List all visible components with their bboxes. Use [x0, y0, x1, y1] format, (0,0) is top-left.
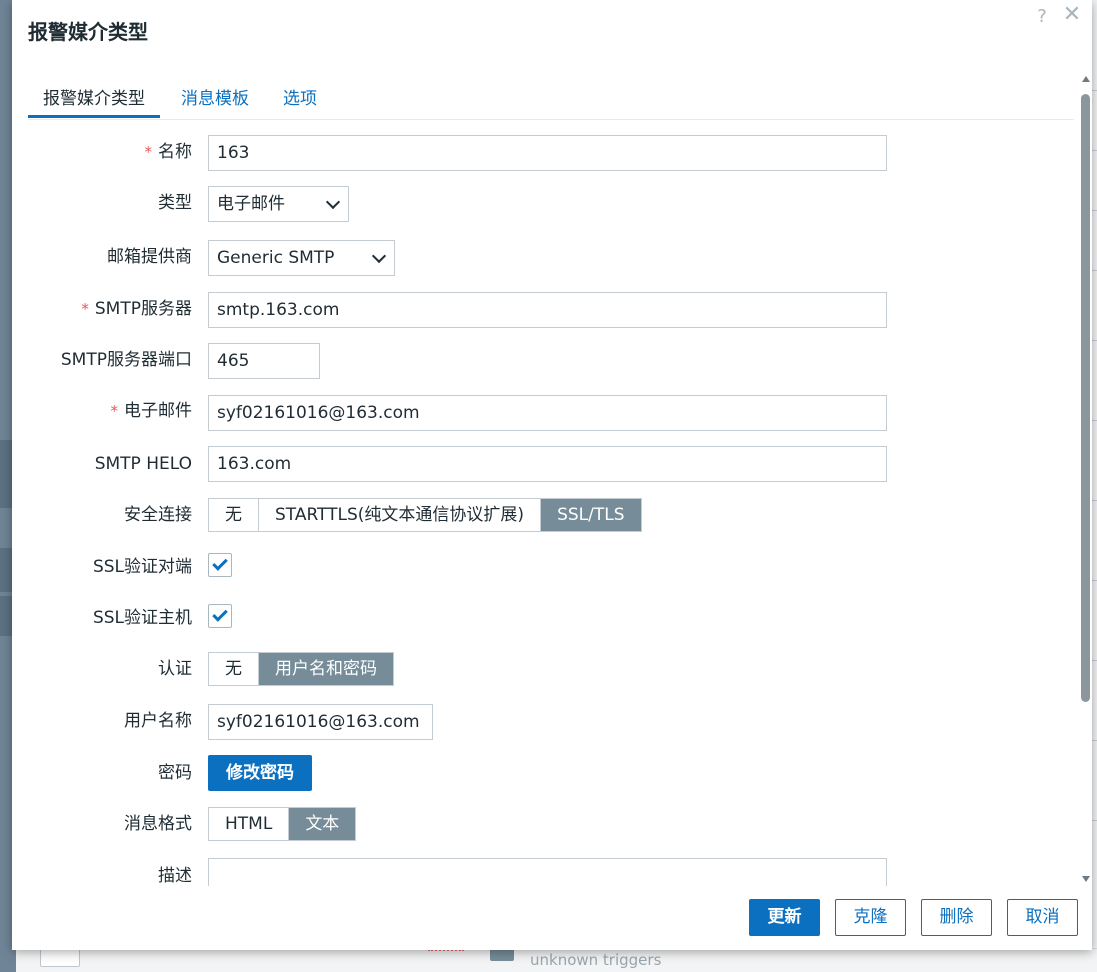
- email-label: * 电子邮件: [110, 401, 193, 421]
- checkmark-icon: [212, 606, 228, 622]
- background-text: unknown triggers: [530, 951, 662, 969]
- change-password-button[interactable]: 修改密码: [208, 755, 312, 791]
- delete-button[interactable]: 删除: [921, 899, 992, 936]
- tab-options[interactable]: 选项: [268, 84, 332, 118]
- smtp-helo-label: SMTP HELO: [94, 454, 192, 474]
- ssl-verify-peer-checkbox[interactable]: [208, 553, 232, 577]
- smtp-port-input[interactable]: 465: [208, 343, 320, 379]
- scroll-down-icon[interactable]: [1082, 876, 1090, 882]
- type-select[interactable]: 电子邮件: [208, 186, 349, 222]
- background-table-row: unknown triggers: [16, 939, 1097, 972]
- description-label: 描述: [158, 866, 192, 886]
- provider-label: 邮箱提供商: [107, 247, 192, 267]
- close-icon[interactable]: ✕: [1062, 4, 1082, 27]
- tab-message-templates[interactable]: 消息模板: [166, 84, 264, 118]
- tab-media-type[interactable]: 报警媒介类型: [28, 84, 160, 118]
- ssl-verify-peer-label: SSL验证对端: [92, 557, 192, 577]
- provider-select-value: Generic SMTP: [217, 248, 335, 268]
- auth-label: 认证: [158, 659, 192, 679]
- required-asterisk: *: [144, 143, 153, 161]
- message-format-label: 消息格式: [124, 814, 192, 834]
- smtp-server-input[interactable]: smtp.163.com: [208, 292, 887, 328]
- name-input[interactable]: 163: [208, 135, 887, 171]
- scroll-thumb[interactable]: [1081, 94, 1090, 702]
- update-button[interactable]: 更新: [749, 899, 820, 936]
- dialog-scrollbar[interactable]: [1080, 74, 1092, 884]
- description-textarea[interactable]: [208, 858, 887, 886]
- smtp-port-label: SMTP服务器端口: [60, 350, 192, 370]
- auth-segmented-control: 无 用户名和密码: [208, 652, 394, 686]
- message-format-option-text[interactable]: 文本: [289, 808, 356, 840]
- name-label: * 名称: [144, 142, 193, 162]
- username-label: 用户名称: [124, 711, 192, 731]
- security-option-ssl-tls[interactable]: SSL/TLS: [541, 499, 641, 531]
- checkmark-icon: [212, 555, 228, 571]
- security-option-none[interactable]: 无: [209, 499, 259, 531]
- smtp-server-label: * SMTP服务器: [81, 299, 192, 319]
- media-type-dialog: 报警媒介类型 ? ✕ 报警媒介类型 消息模板 选项 * 名称 163 类型 电子邮…: [12, 0, 1092, 950]
- auth-option-none[interactable]: 无: [209, 653, 259, 685]
- cancel-button[interactable]: 取消: [1007, 899, 1078, 936]
- scroll-up-icon[interactable]: [1082, 76, 1090, 82]
- smtp-helo-input[interactable]: 163.com: [208, 446, 887, 482]
- question-mark-icon[interactable]: ?: [1034, 6, 1050, 27]
- clone-button[interactable]: 克隆: [835, 899, 906, 936]
- chevron-down-icon: [325, 194, 341, 210]
- type-select-value: 电子邮件: [217, 194, 285, 214]
- message-format-option-html[interactable]: HTML: [209, 808, 290, 840]
- username-input[interactable]: syf02161016@163.com: [208, 704, 433, 740]
- dialog-title: 报警媒介类型: [28, 20, 148, 44]
- password-label: 密码: [158, 763, 192, 783]
- ssl-verify-host-checkbox[interactable]: [208, 604, 232, 628]
- ssl-verify-host-label: SSL验证主机: [92, 608, 192, 628]
- type-label: 类型: [158, 193, 192, 213]
- provider-select[interactable]: Generic SMTP: [208, 240, 395, 276]
- security-segmented-control: 无 STARTTLS(纯文本通信协议扩展) SSL/TLS: [208, 498, 642, 532]
- security-option-starttls[interactable]: STARTTLS(纯文本通信协议扩展): [259, 499, 542, 531]
- auth-option-username-password[interactable]: 用户名和密码: [259, 653, 393, 685]
- message-format-segmented-control: HTML 文本: [208, 807, 357, 841]
- required-asterisk: *: [81, 300, 89, 318]
- tab-bar: 报警媒介类型 消息模板 选项: [28, 80, 1074, 120]
- email-input[interactable]: syf02161016@163.com: [208, 395, 887, 431]
- security-label: 安全连接: [124, 505, 192, 525]
- chevron-down-icon: [371, 248, 387, 264]
- required-asterisk: *: [110, 402, 119, 420]
